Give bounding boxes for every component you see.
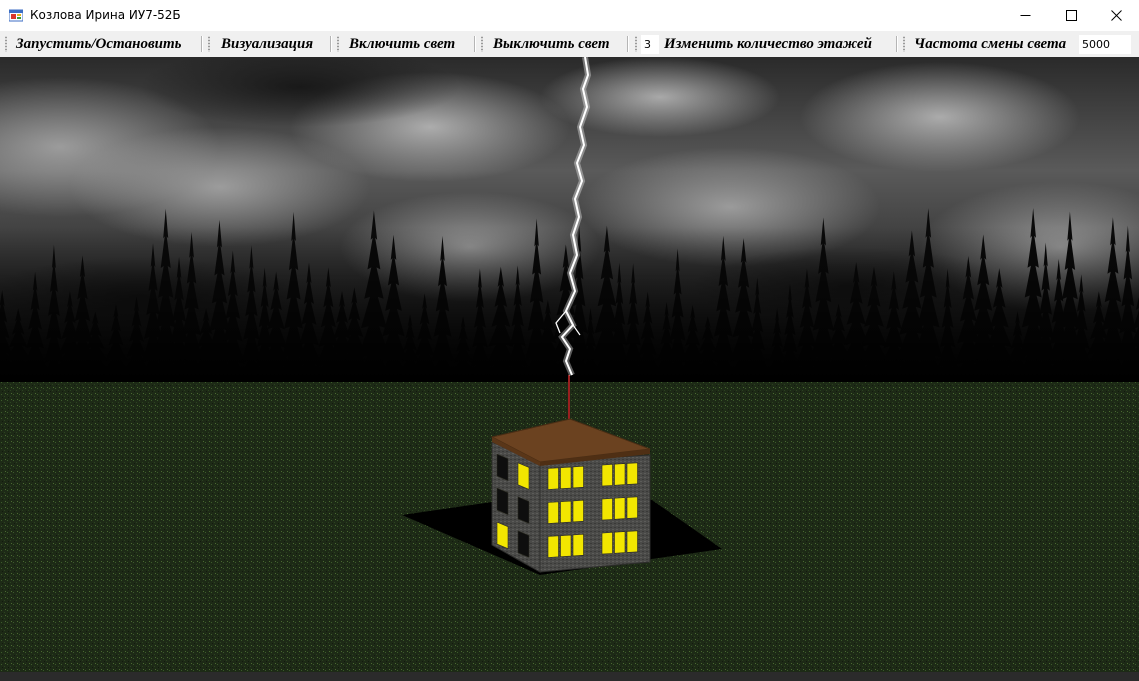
- front-window: [601, 498, 613, 521]
- toolbar-separator: [474, 36, 476, 52]
- front-window: [560, 534, 572, 558]
- front-window: [547, 501, 559, 524]
- front-window: [572, 499, 584, 523]
- toolstrip: Запустить/Остановить Визуализация Включи…: [0, 31, 1139, 57]
- minimize-button[interactable]: [1002, 0, 1048, 31]
- visualize-button[interactable]: Визуализация: [221, 35, 313, 54]
- title-bar[interactable]: Козлова Ирина ИУ7-52Б: [0, 0, 1139, 31]
- toolbar-separator: [896, 36, 898, 52]
- close-button[interactable]: [1093, 0, 1139, 31]
- toolbar-separator: [201, 36, 203, 52]
- render-viewport[interactable]: [0, 57, 1139, 672]
- building-windows: [496, 453, 638, 558]
- change-floors-button[interactable]: Изменить количество этажей: [664, 35, 872, 54]
- minimize-icon: [1020, 15, 1030, 16]
- front-window: [601, 532, 613, 555]
- front-window: [560, 500, 572, 524]
- app-window: Козлова Ирина ИУ7-52Б Запустить/Останови…: [0, 0, 1139, 681]
- left-window: [496, 453, 509, 482]
- app-icon: [9, 9, 23, 22]
- toolstrip-grip[interactable]: [635, 36, 637, 52]
- toolstrip-grip[interactable]: [903, 36, 905, 52]
- front-window: [560, 466, 572, 490]
- front-window: [572, 533, 584, 557]
- front-window: [626, 462, 638, 485]
- toolstrip-grip[interactable]: [481, 36, 483, 52]
- toolbar-separator: [330, 36, 332, 52]
- left-window: [496, 521, 509, 550]
- front-window: [547, 467, 559, 490]
- front-window: [626, 496, 638, 519]
- light-frequency-label: Частота смены света: [914, 36, 1067, 52]
- building: [490, 418, 651, 573]
- toolbar-separator: [627, 36, 629, 52]
- bottom-edge: [0, 672, 1139, 681]
- toolstrip-grip[interactable]: [5, 36, 7, 52]
- floors-count-field[interactable]: 3: [641, 35, 659, 54]
- window-title: Козлова Ирина ИУ7-52Б: [30, 8, 181, 22]
- left-window: [517, 496, 530, 524]
- front-window: [626, 530, 638, 553]
- scene-canvas: [0, 57, 1139, 672]
- toolstrip-grip[interactable]: [208, 36, 210, 52]
- front-window: [614, 497, 626, 520]
- maximize-icon: [1065, 10, 1077, 21]
- left-window: [496, 487, 509, 516]
- front-window: [547, 535, 559, 558]
- toolstrip-grip[interactable]: [337, 36, 339, 52]
- light-off-button[interactable]: Выключить свет: [493, 35, 610, 54]
- light-on-button[interactable]: Включить свет: [349, 35, 455, 54]
- start-stop-button[interactable]: Запустить/Остановить: [16, 35, 182, 54]
- close-icon: [1110, 10, 1122, 21]
- left-window: [517, 530, 530, 558]
- front-window: [601, 464, 613, 487]
- left-window: [517, 462, 530, 490]
- light-frequency-field[interactable]: 5000: [1079, 35, 1131, 54]
- front-window: [614, 463, 626, 486]
- front-window: [572, 465, 584, 489]
- front-window: [614, 531, 626, 554]
- maximize-button[interactable]: [1048, 0, 1094, 31]
